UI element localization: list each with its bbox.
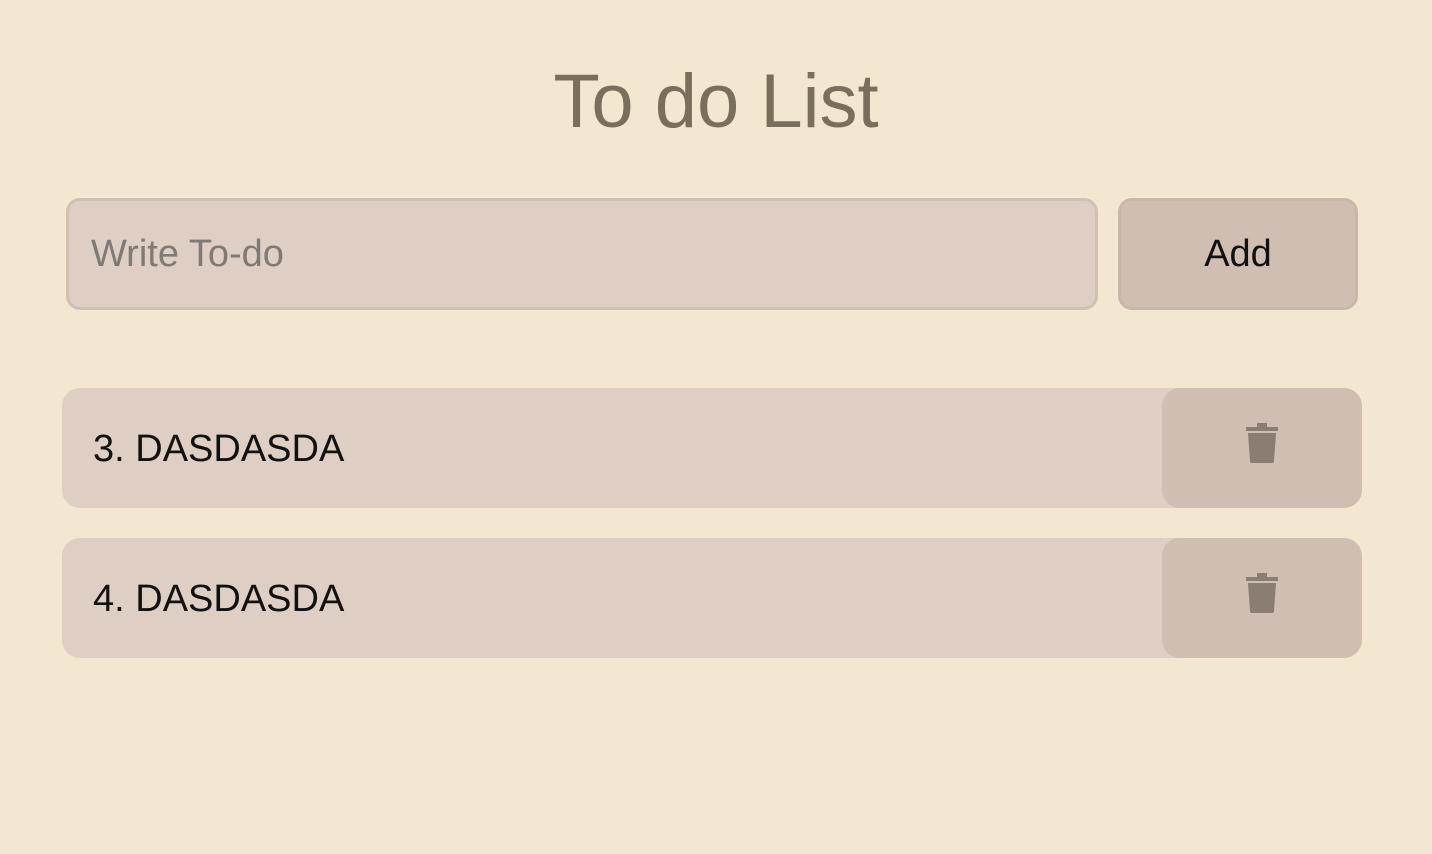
trash-icon <box>1246 423 1278 463</box>
todo-list: 3. DASDASDA 4. DASDASDA <box>62 388 1362 688</box>
todo-item: 4. DASDASDA <box>62 538 1362 658</box>
todo-item: 3. DASDASDA <box>62 388 1362 508</box>
delete-button[interactable] <box>1162 388 1362 508</box>
page-title: To do List <box>553 59 879 144</box>
add-button[interactable]: Add <box>1118 198 1358 310</box>
trash-icon <box>1246 573 1278 613</box>
todo-item-label: 3. DASDASDA <box>93 428 345 470</box>
delete-button[interactable] <box>1162 538 1362 658</box>
todo-input[interactable] <box>66 198 1098 310</box>
todo-item-label: 4. DASDASDA <box>93 578 345 620</box>
